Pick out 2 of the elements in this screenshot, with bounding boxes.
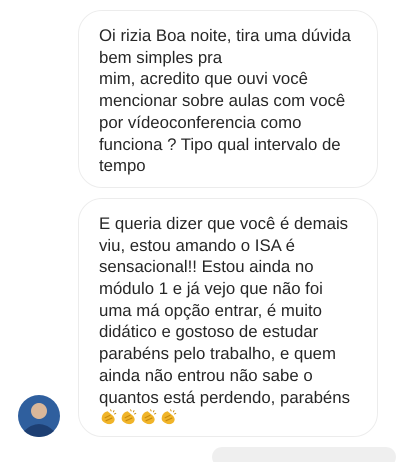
- message-text: Oi rizia Boa noite, tira uma dúvida bem simples pra mim, acredito que ouvi você mencionar sobre aulas com você por vídeoconferencia como funciona ? Tipo qual intervalo de tempo: [99, 25, 352, 177]
- message-text: E queria dizer que você é demais viu, estou amando o ISA é sensacional!! Estou ainda no módulo 1 e já vejo que não foi uma má opção entrar, é muito didático e gostoso de estudar parabéns pelo trabalho, e quem ainda não entrou não sabe o quantos está perdendo, parabéns: [99, 212, 351, 408]
